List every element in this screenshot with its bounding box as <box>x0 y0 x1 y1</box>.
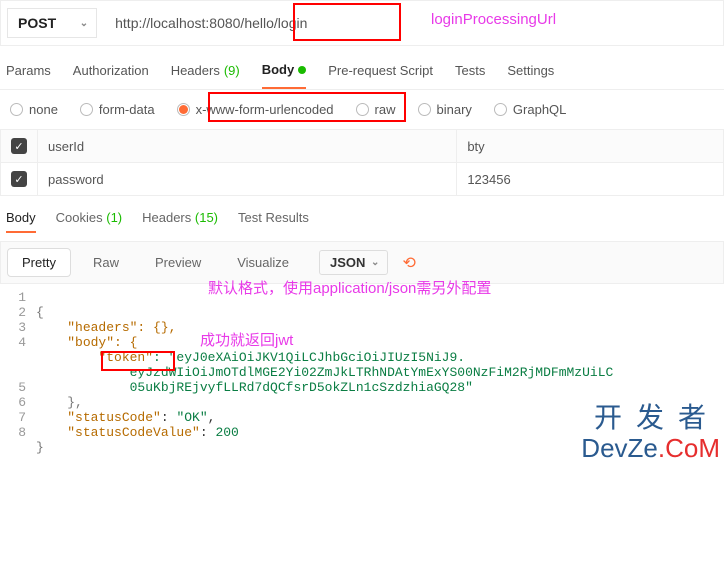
radio-binary[interactable]: binary <box>418 102 472 117</box>
annotation-login-url: loginProcessingUrl <box>431 11 556 28</box>
checkbox-icon[interactable]: ✓ <box>11 138 27 154</box>
tab-authorization[interactable]: Authorization <box>73 62 149 89</box>
tab-params[interactable]: Params <box>6 62 51 89</box>
line-gutter: 12345678 <box>0 290 36 455</box>
tab-body[interactable]: Body <box>262 62 307 89</box>
body-type-row: none form-data x-www-form-urlencoded raw… <box>0 90 724 129</box>
param-value[interactable]: bty <box>467 139 484 154</box>
table-row[interactable]: ✓ password 123456 <box>1 163 724 196</box>
resp-tab-headers[interactable]: Headers (15) <box>142 210 218 233</box>
radio-form-data[interactable]: form-data <box>80 102 155 117</box>
param-key[interactable]: userId <box>48 139 84 154</box>
annotation-success-note: 成功就返回jwt <box>200 329 293 350</box>
param-key[interactable]: password <box>48 172 104 187</box>
resp-tab-body[interactable]: Body <box>6 210 36 233</box>
http-method-select[interactable]: POST ⌄ <box>7 8 97 38</box>
radio-graphql[interactable]: GraphQL <box>494 102 566 117</box>
form-params-table: ✓ userId bty ✓ password 123456 <box>0 129 724 196</box>
chevron-down-icon: ⌄ <box>80 18 88 29</box>
table-row[interactable]: ✓ userId bty <box>1 130 724 163</box>
response-tabs: Body Cookies (1) Headers (15) Test Resul… <box>0 196 724 241</box>
dot-icon <box>298 66 306 74</box>
tab-prerequest[interactable]: Pre-request Script <box>328 62 433 89</box>
resp-tab-testresults[interactable]: Test Results <box>238 210 309 233</box>
chevron-down-icon: ⌄ <box>371 257 379 268</box>
param-value[interactable]: 123456 <box>467 172 510 187</box>
tab-tests[interactable]: Tests <box>455 62 485 89</box>
response-body[interactable]: 12345678 { "headers": {}, "body": { "tok… <box>0 284 724 463</box>
view-visualize[interactable]: Visualize <box>223 249 303 276</box>
resp-tab-cookies[interactable]: Cookies (1) <box>56 210 122 233</box>
wrap-lines-icon[interactable]: ⟲ <box>402 253 415 273</box>
response-lang-select[interactable]: JSON⌄ <box>319 250 388 275</box>
tab-settings[interactable]: Settings <box>507 62 554 89</box>
view-pretty[interactable]: Pretty <box>7 248 71 277</box>
view-raw[interactable]: Raw <box>79 249 133 276</box>
request-tabs: Params Authorization Headers (9) Body Pr… <box>0 46 724 90</box>
http-method-value: POST <box>18 15 56 31</box>
radio-none[interactable]: none <box>10 102 58 117</box>
tab-headers[interactable]: Headers (9) <box>171 62 240 89</box>
request-url-input[interactable] <box>107 7 717 39</box>
checkbox-icon[interactable]: ✓ <box>11 171 27 187</box>
radio-xwww[interactable]: x-www-form-urlencoded <box>177 102 334 117</box>
radio-raw[interactable]: raw <box>356 102 396 117</box>
view-preview[interactable]: Preview <box>141 249 215 276</box>
